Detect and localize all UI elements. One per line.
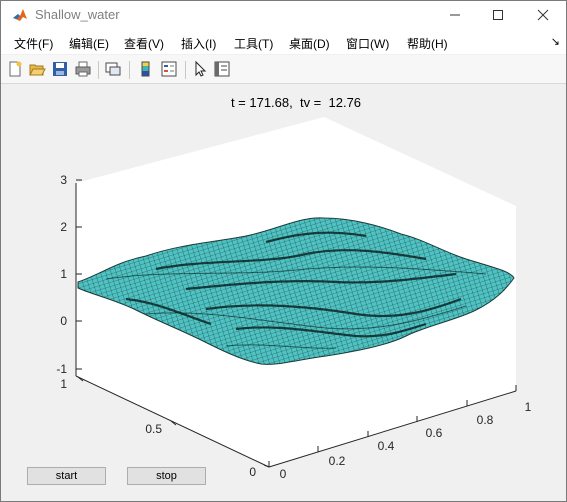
y-tick-label: 0.5 <box>145 422 162 436</box>
minimize-button[interactable] <box>432 1 478 29</box>
menu-view[interactable]: 查看(V) <box>124 35 164 52</box>
toolbar-separator <box>129 61 130 79</box>
maximize-icon <box>493 10 503 20</box>
menu-file[interactable]: 文件(F) <box>14 35 53 52</box>
close-icon <box>537 9 549 21</box>
start-button[interactable]: start <box>27 467 106 485</box>
minimize-icon <box>450 14 460 16</box>
title-bar: Shallow_water <box>1 1 566 29</box>
menu-window[interactable]: 窗口(W) <box>346 35 389 52</box>
new-file-icon[interactable] <box>6 60 24 78</box>
open-folder-icon[interactable] <box>28 60 46 78</box>
legend-icon[interactable] <box>160 60 178 78</box>
menu-desktop[interactable]: 桌面(D) <box>289 35 330 52</box>
toolbar-separator <box>185 61 186 79</box>
matlab-icon <box>11 6 29 24</box>
save-icon[interactable] <box>51 60 69 78</box>
window-title: Shallow_water <box>35 7 120 22</box>
close-button[interactable] <box>520 1 566 29</box>
figure-window: Shallow_water 文件(F) 编辑(E) 查看(V) 插入(I) 工具… <box>0 0 567 502</box>
y-tick-label: 1 <box>60 377 67 391</box>
menu-bar: 文件(F) 编辑(E) 查看(V) 插入(I) 工具(T) 桌面(D) 窗口(W… <box>1 29 566 54</box>
menu-tools[interactable]: 工具(T) <box>234 35 273 52</box>
print-icon[interactable] <box>74 60 92 78</box>
maximize-button[interactable] <box>475 1 521 29</box>
x-tick-label: 0 <box>280 467 287 481</box>
menu-overflow-icon[interactable]: ↘ <box>551 35 560 48</box>
link-plot-icon[interactable] <box>104 60 122 78</box>
x-tick-label: 1 <box>525 400 532 414</box>
x-tick-label: 0.4 <box>378 439 395 453</box>
toolbar-separator <box>98 61 99 79</box>
figure-canvas: t = 171.68, tv = 12.76 3 2 1 0 -1 1 0.5 … <box>6 84 561 501</box>
x-tick-label: 0.6 <box>426 426 443 440</box>
z-tick-label: 0 <box>60 314 67 328</box>
y-tick-label: 0 <box>249 465 256 479</box>
x-tick-label: 0.2 <box>329 454 346 468</box>
property-editor-icon[interactable] <box>213 60 231 78</box>
figure-toolbar <box>1 55 566 84</box>
z-tick-label: 1 <box>60 267 67 281</box>
stop-button[interactable]: stop <box>127 467 206 485</box>
z-tick-label: 2 <box>60 220 67 234</box>
menu-help[interactable]: 帮助(H) <box>407 35 448 52</box>
axes-3d[interactable]: 3 2 1 0 -1 1 0.5 0 0 0.2 0.4 0.6 0.8 1 <box>6 84 561 501</box>
colorbar-icon[interactable] <box>137 60 155 78</box>
z-tick-label: -1 <box>56 362 67 376</box>
z-tick-label: 3 <box>60 173 67 187</box>
pointer-icon[interactable] <box>191 60 209 78</box>
x-tick-label: 0.8 <box>477 413 494 427</box>
menu-edit[interactable]: 编辑(E) <box>69 35 109 52</box>
menu-insert[interactable]: 插入(I) <box>181 35 216 52</box>
